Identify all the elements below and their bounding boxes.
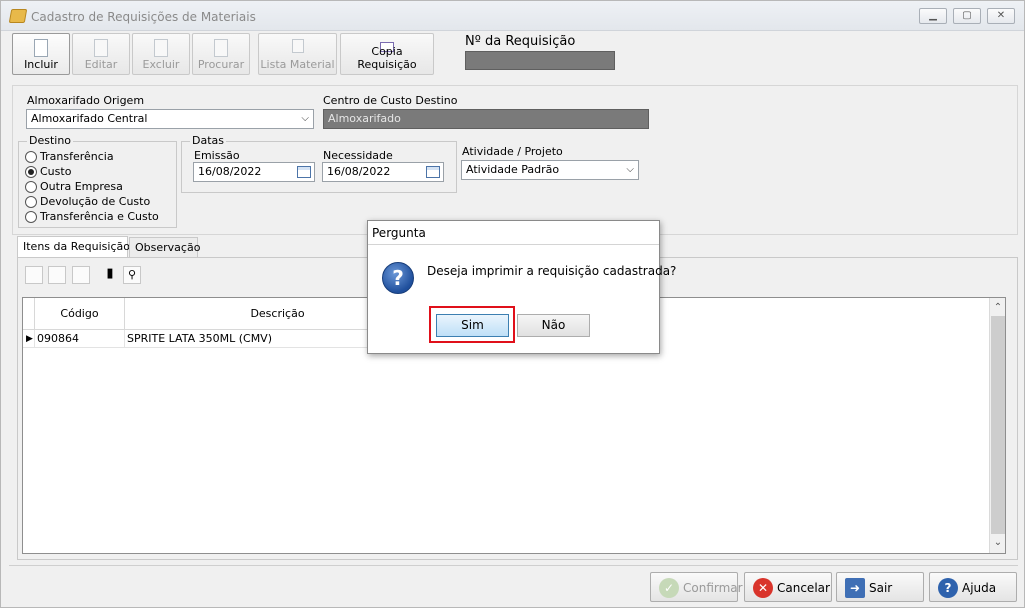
radio-circle [25,211,37,223]
edit-item-icon[interactable] [48,266,66,284]
question-icon: ? [382,262,414,294]
radio-circle [25,181,37,193]
cancelar-label: Cancelar [777,581,830,595]
row-indicator-icon: ▶ [23,330,35,348]
edit-document-icon [94,39,108,57]
necessidade-label: Necessidade [323,149,393,162]
emissao-value: 16/08/2022 [198,165,262,178]
new-document-icon [34,39,48,57]
destino-label: Destino [27,134,74,147]
scanner-icon[interactable]: ▮ [101,266,119,284]
grid-indicator-header [23,298,35,330]
atividade-select[interactable]: Atividade Padrão ⌵ [461,160,639,180]
calendar-icon[interactable] [426,166,440,178]
radio-circle-checked [25,166,37,178]
scroll-up-icon[interactable]: ⌃ [990,300,1006,316]
radio-label: Devolução de Custo [40,195,151,208]
cancel-icon: ✕ [753,578,773,598]
sim-highlight-box [429,306,515,343]
ajuda-button[interactable]: ? Ajuda [929,572,1017,602]
incluir-button[interactable]: Incluir [12,33,70,75]
calendar-icon[interactable] [297,166,311,178]
radio-label: Transferência [40,150,114,163]
minimize-button[interactable]: ▁ [919,8,947,24]
lista-material-button[interactable]: Lista Material [258,33,337,75]
radio-label: Outra Empresa [40,180,123,193]
scroll-down-icon[interactable]: ⌄ [990,535,1006,551]
chevron-down-icon: ⌵ [301,113,309,124]
maximize-button[interactable]: ▢ [953,8,981,24]
exit-door-icon: ➜ [845,578,865,598]
confirmar-button[interactable]: ✓ Confirmar [650,572,743,602]
delete-item-icon[interactable] [72,266,90,284]
vertical-scrollbar[interactable]: ⌃ ⌄ [989,298,1005,553]
search-document-icon [214,39,228,57]
main-window: Cadastro de Requisições de Materiais ▁ ▢… [0,0,1025,608]
sair-label: Sair [869,581,893,595]
editar-button[interactable]: Editar [72,33,130,75]
nao-button[interactable]: Não [517,314,590,337]
window-title: Cadastro de Requisições de Materiais [31,10,256,24]
excluir-label: Excluir [142,58,180,71]
copia-requisicao-label: Copia Requisição [357,45,417,71]
dialog-title[interactable]: Pergunta [368,221,659,245]
radio-circle [25,151,37,163]
excluir-button[interactable]: Excluir [132,33,190,75]
almox-origem-select[interactable]: Almoxarifado Central ⌵ [26,109,314,129]
necessidade-value: 16/08/2022 [327,165,391,178]
almox-origem-label: Almoxarifado Origem [27,94,145,107]
radio-circle [25,196,37,208]
footer-divider [9,565,1018,566]
radio-label: Transferência e Custo [40,210,159,223]
procurar-button[interactable]: Procurar [192,33,250,75]
necessidade-date-field[interactable]: 16/08/2022 [322,162,444,182]
grid-header-codigo[interactable]: Código [35,298,125,330]
centro-custo-label: Centro de Custo Destino [323,94,458,107]
chevron-down-icon: ⌵ [626,164,634,175]
material-list-icon [291,39,304,53]
confirmar-label: Confirmar [683,581,743,595]
tab-observacao[interactable]: Observação [129,237,200,257]
exit-person-icon[interactable]: ⚲ [123,266,141,284]
close-icon: ✕ [996,10,1006,21]
table-row-codigo[interactable]: 090864 [35,330,125,348]
check-icon: ✓ [659,578,679,598]
incluir-label: Incluir [24,58,58,71]
dialog-message: Deseja imprimir a requisição cadastrada? [427,264,677,278]
almox-origem-value: Almoxarifado Central [31,112,148,125]
emissao-date-field[interactable]: 16/08/2022 [193,162,315,182]
requisicao-number-label: Nº da Requisição [465,34,576,49]
help-icon: ? [938,578,958,598]
add-item-icon[interactable] [25,266,43,284]
cancelar-button[interactable]: ✕ Cancelar [744,572,832,602]
scroll-thumb[interactable] [991,316,1005,534]
title-bar[interactable]: Cadastro de Requisições de Materiais ▁ ▢… [1,1,1024,31]
centro-custo-field: Almoxarifado [323,109,649,129]
app-folder-icon [8,9,28,23]
procurar-label: Procurar [197,58,245,71]
minimize-icon: ▁ [929,10,937,21]
lista-material-label: Lista Material [260,58,335,71]
ajuda-label: Ajuda [962,581,997,595]
radio-label: Custo [40,165,72,178]
datas-label: Datas [190,134,226,147]
editar-label: Editar [84,58,118,71]
tab-itens-requisicao[interactable]: Itens da Requisição [17,236,130,258]
copia-requisicao-button[interactable]: Copia Requisição [340,33,434,75]
emissao-label: Emissão [194,149,240,162]
atividade-label: Atividade / Projeto [462,145,563,158]
delete-document-icon [154,39,168,57]
atividade-value: Atividade Padrão [466,163,560,176]
maximize-icon: ▢ [962,10,972,21]
requisicao-number-field [465,51,615,70]
sair-button[interactable]: ➜ Sair [836,572,924,602]
close-button[interactable]: ✕ [987,8,1015,24]
